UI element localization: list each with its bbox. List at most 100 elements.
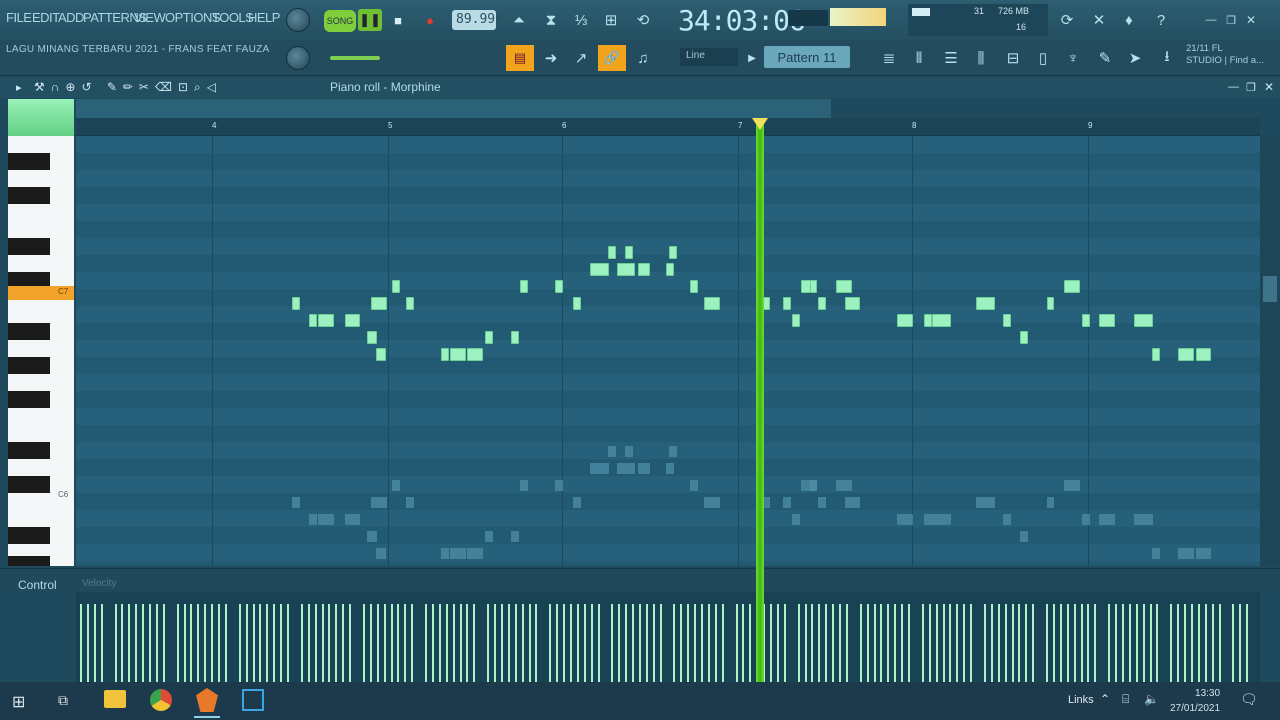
menu-help[interactable]: HELP — [248, 10, 280, 25]
note[interactable] — [590, 263, 610, 276]
note[interactable] — [665, 263, 674, 276]
close-button[interactable]: ✕ — [1238, 8, 1264, 32]
note[interactable] — [818, 297, 827, 310]
black-key[interactable] — [8, 391, 50, 408]
velocity-bar[interactable] — [473, 604, 476, 682]
velocity-bar[interactable] — [273, 604, 276, 682]
play-pause-button[interactable]: ❚❚ — [358, 9, 382, 31]
note[interactable] — [637, 263, 651, 276]
velocity-bar[interactable] — [521, 604, 524, 682]
velocity-bar[interactable] — [956, 604, 959, 682]
file-explorer-icon[interactable] — [104, 690, 126, 708]
velocity-bar[interactable] — [314, 604, 317, 682]
velocity-bar[interactable] — [307, 604, 310, 682]
note[interactable] — [520, 280, 528, 293]
velocity-bar[interactable] — [204, 604, 207, 682]
note[interactable] — [835, 280, 852, 293]
velocity-bar[interactable] — [397, 604, 400, 682]
velocity-bar[interactable] — [1190, 604, 1193, 682]
velocity-bar[interactable] — [259, 604, 262, 682]
wait-input-button[interactable]: ⧗ — [538, 8, 564, 32]
velocity-bar[interactable] — [894, 604, 897, 682]
velocity-bar[interactable] — [563, 604, 565, 682]
piano-roll-tools-icon[interactable]: ⚒∩⊕↺ ✎✏✂⌫⊡⌕◁ — [34, 80, 222, 95]
note[interactable] — [607, 246, 616, 259]
snap-selector[interactable]: Line — [680, 48, 738, 66]
vertical-scrollbar[interactable] — [1260, 136, 1280, 566]
note[interactable] — [809, 280, 818, 293]
velocity-bar[interactable] — [1135, 604, 1138, 682]
velocity-bar[interactable] — [1011, 604, 1014, 682]
velocity-bar[interactable] — [266, 604, 269, 682]
tempo-display[interactable]: 89.998 — [452, 10, 503, 30]
velocity-bar[interactable] — [135, 604, 138, 682]
note[interactable] — [1064, 280, 1080, 293]
note[interactable] — [1195, 348, 1212, 361]
velocity-bar[interactable] — [970, 604, 973, 682]
velocity-bar[interactable] — [1121, 604, 1124, 682]
velocity-bar[interactable] — [1115, 604, 1117, 682]
volume-icon[interactable]: 🔈 — [1144, 692, 1159, 706]
velocity-bar[interactable] — [742, 604, 745, 682]
tools-button[interactable]: ✕ — [1086, 8, 1112, 32]
velocity-bar[interactable] — [963, 604, 966, 682]
velocity-bar[interactable] — [997, 604, 1000, 682]
velocity-bar[interactable] — [811, 604, 814, 682]
song-overview-strip[interactable] — [76, 99, 831, 118]
velocity-bar[interactable] — [190, 604, 193, 682]
view-piano-roll-button[interactable]: ⫴ — [906, 46, 932, 70]
black-key[interactable] — [8, 153, 50, 170]
menu-add[interactable]: ADD — [58, 10, 84, 25]
velocity-bar[interactable] — [128, 604, 131, 682]
velocity-bar[interactable] — [776, 604, 779, 682]
velocity-bar[interactable] — [783, 604, 786, 682]
velocity-bar[interactable] — [866, 604, 869, 682]
black-key[interactable] — [8, 556, 50, 566]
view-playlist-button[interactable]: ≣ — [876, 46, 902, 70]
velocity-bar[interactable] — [362, 604, 365, 682]
velocity-bar[interactable] — [880, 604, 883, 682]
velocity-bar[interactable] — [804, 604, 807, 682]
velocity-bar[interactable] — [162, 604, 165, 682]
velocity-bar[interactable] — [1032, 604, 1035, 682]
velocity-bar[interactable] — [590, 604, 593, 682]
velocity-bar[interactable] — [845, 604, 848, 682]
velocity-bar[interactable] — [155, 604, 158, 682]
view-channel-rack-button[interactable]: ☰ — [938, 46, 964, 70]
velocity-bar[interactable] — [942, 604, 945, 682]
velocity-bar[interactable] — [1232, 604, 1235, 682]
velocity-bar[interactable] — [1087, 604, 1090, 682]
velocity-bar[interactable] — [224, 604, 227, 682]
velocity-bar[interactable] — [1211, 604, 1214, 682]
roll-minimize-icon[interactable]: — — [1228, 81, 1239, 93]
note[interactable] — [792, 314, 800, 327]
velocity-bar[interactable] — [797, 604, 800, 682]
pattern-prev-button[interactable]: ▶ — [742, 46, 762, 70]
note-grid[interactable] — [76, 136, 1260, 566]
note[interactable] — [367, 331, 377, 344]
velocity-bar[interactable] — [514, 604, 517, 682]
velocity-bar[interactable] — [1025, 604, 1028, 682]
velocity-bar[interactable] — [1204, 604, 1207, 682]
velocity-bar[interactable] — [680, 604, 683, 682]
view-mixer-button[interactable]: ⫼ — [968, 46, 994, 70]
velocity-bar[interactable] — [652, 604, 655, 682]
velocity-bar[interactable] — [673, 604, 676, 682]
velocity-bar[interactable] — [438, 604, 441, 682]
playlist-button[interactable]: ▤ — [506, 45, 534, 71]
fl-studio-icon[interactable] — [196, 688, 218, 712]
note[interactable] — [1002, 314, 1011, 327]
velocity-bar[interactable] — [149, 604, 151, 682]
note[interactable] — [405, 297, 414, 310]
fx-button[interactable]: ➤ — [1122, 46, 1148, 70]
velocity-bar[interactable] — [659, 604, 662, 682]
velocity-bar[interactable] — [328, 604, 331, 682]
view-browser-button[interactable]: ⊟ — [1000, 46, 1026, 70]
color-selector[interactable] — [8, 99, 74, 136]
velocity-bar[interactable] — [252, 604, 255, 682]
note[interactable] — [1099, 314, 1115, 327]
note[interactable] — [897, 314, 914, 327]
note[interactable] — [376, 348, 386, 361]
velocity-bar[interactable] — [335, 604, 338, 682]
velocity-bar[interactable] — [1170, 604, 1173, 682]
